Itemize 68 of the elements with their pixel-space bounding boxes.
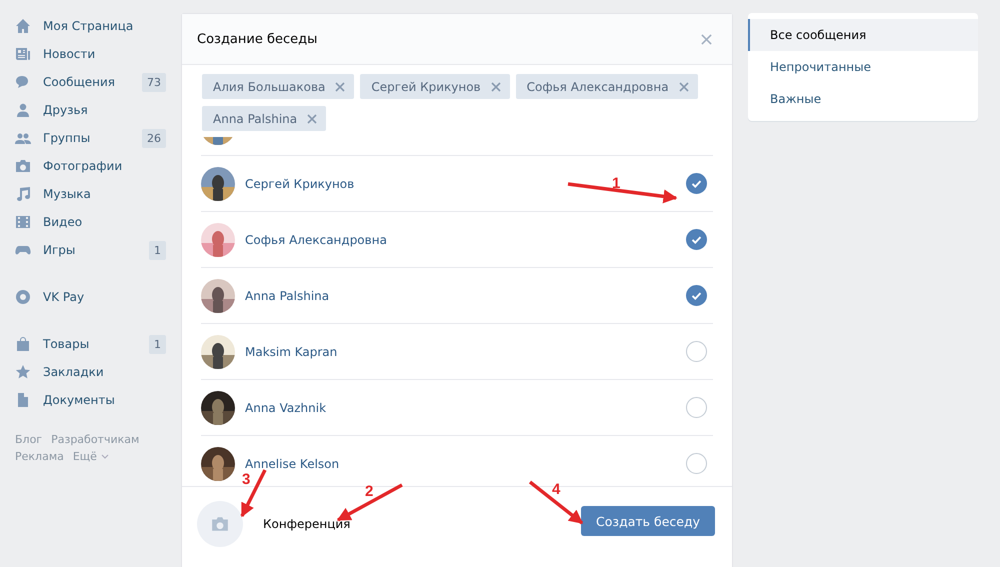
contact-row[interactable]: Софья Александровна bbox=[201, 212, 713, 268]
sidebar-item[interactable]: Документы bbox=[15, 386, 181, 414]
coin-icon bbox=[15, 289, 31, 305]
sidebar-item[interactable]: Друзья bbox=[15, 96, 181, 124]
create-chat-button[interactable]: Создать беседу bbox=[581, 506, 715, 536]
sidebar-item[interactable]: Фотографии bbox=[15, 152, 181, 180]
count-badge: 73 bbox=[142, 72, 166, 92]
annotation-arrow bbox=[528, 480, 584, 524]
sidebar-item[interactable]: Сообщения 73 bbox=[15, 68, 181, 96]
recipient-chip[interactable]: Софья Александровна bbox=[516, 74, 698, 99]
sidebar-item[interactable]: Закладки bbox=[15, 358, 181, 386]
contact-name: Anna Palshina bbox=[245, 288, 330, 302]
filter-item[interactable]: Непрочитанные bbox=[748, 51, 978, 83]
contact-row[interactable]: Anna Vazhnik bbox=[201, 380, 713, 436]
chevron-icon bbox=[100, 454, 109, 459]
step-number: 1 bbox=[612, 175, 620, 192]
chat-icon bbox=[15, 74, 31, 90]
camera-icon bbox=[15, 158, 31, 174]
sidebar-item[interactable]: Видео bbox=[15, 208, 181, 236]
checkbox[interactable] bbox=[686, 285, 707, 306]
chat-name[interactable]: Конференция bbox=[263, 517, 350, 531]
sidebar-item[interactable]: Игры 1 bbox=[15, 236, 181, 264]
checkbox[interactable] bbox=[686, 397, 707, 418]
step-number: 2 bbox=[365, 483, 374, 500]
film-icon bbox=[15, 214, 31, 230]
contact-name: Maksim Kapran bbox=[245, 344, 338, 358]
remove-icon[interactable] bbox=[490, 82, 501, 92]
count-badge: 26 bbox=[142, 128, 166, 148]
remove-icon[interactable] bbox=[678, 82, 689, 92]
contact-row[interactable]: Anna Palshina bbox=[201, 268, 713, 324]
recipient-chip[interactable]: Сергей Крикунов bbox=[360, 74, 510, 99]
note-icon bbox=[15, 186, 31, 202]
checkbox[interactable] bbox=[686, 229, 707, 250]
sidebar-item[interactable]: Музыка bbox=[15, 180, 181, 208]
home-icon bbox=[15, 18, 31, 34]
annotation-arrow bbox=[240, 469, 267, 518]
dialog-title: Создание беседы bbox=[197, 32, 318, 46]
sidebar-item[interactable]: Новости bbox=[15, 40, 181, 68]
step-number: 3 bbox=[242, 471, 250, 488]
contact-name: Софья Александровна bbox=[245, 232, 387, 246]
filter-item[interactable]: Все сообщения bbox=[748, 19, 978, 51]
sidebar-item[interactable]: VK Pay bbox=[15, 283, 181, 311]
step-number: 4 bbox=[552, 481, 560, 498]
sidebar-item[interactable]: Группы 26 bbox=[15, 124, 181, 152]
remove-icon[interactable] bbox=[307, 114, 318, 124]
star-icon bbox=[15, 364, 31, 380]
remove-icon[interactable] bbox=[335, 82, 346, 92]
contact-row[interactable]: Maksim Kapran bbox=[201, 324, 713, 380]
sidebar-item[interactable]: Моя Страница bbox=[15, 12, 181, 40]
bag-icon bbox=[15, 336, 31, 352]
contact-name: Anna Vazhnik bbox=[245, 400, 326, 414]
contact-name: Annelise Kelson bbox=[245, 456, 340, 470]
recipient-chip[interactable]: Anna Palshina bbox=[202, 106, 326, 131]
recipient-chip[interactable]: Алия Большакова bbox=[202, 74, 354, 99]
filter-item[interactable]: Важные bbox=[748, 83, 978, 115]
news-icon bbox=[15, 46, 31, 62]
checkbox[interactable] bbox=[686, 453, 707, 474]
checkbox[interactable] bbox=[686, 341, 707, 362]
user-icon bbox=[15, 102, 31, 118]
camera-icon bbox=[211, 515, 229, 533]
count-badge: 1 bbox=[149, 240, 166, 260]
doc-icon bbox=[15, 392, 31, 408]
checkbox[interactable] bbox=[686, 173, 707, 194]
sidebar-item[interactable]: Товары 1 bbox=[15, 330, 181, 358]
count-badge: 1 bbox=[149, 334, 166, 354]
close-icon[interactable] bbox=[701, 34, 712, 44]
photo-upload-button[interactable] bbox=[197, 501, 243, 547]
contact-name: Сергей Крикунов bbox=[245, 176, 354, 190]
